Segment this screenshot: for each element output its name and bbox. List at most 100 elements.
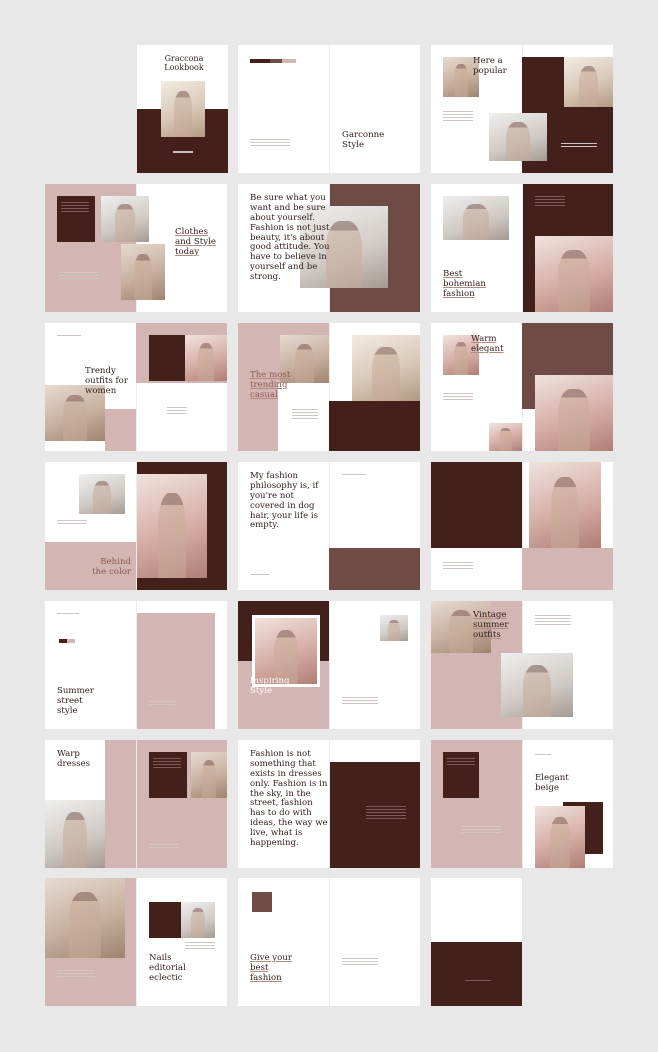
body-text: [57, 613, 79, 616]
body-text: [366, 806, 406, 821]
color-swatch-1: [59, 639, 67, 643]
color-block: [105, 740, 136, 868]
spread-casual: The most trending casual: [238, 323, 420, 451]
body-text: [61, 202, 89, 214]
headline: Clothes and Style today: [175, 227, 216, 257]
spread-elegant-beige: Elegant beige: [431, 740, 613, 868]
cover-title: Graccona Lookbook: [164, 54, 204, 73]
color-block: [252, 892, 272, 912]
spread-behind-color: Behind the color: [45, 462, 227, 590]
color-block: [137, 613, 215, 729]
headline: The most trending casual: [250, 370, 291, 400]
body-text: [535, 196, 565, 208]
spread-quote-2: My fashion philosophy is, if you're not …: [238, 462, 420, 590]
spread-inspiring: Inspiring Style: [238, 601, 420, 729]
color-block: [522, 548, 613, 590]
spread-give-best: Give your best fashion: [238, 878, 420, 1006]
body-text: [342, 958, 378, 967]
color-block: [329, 548, 420, 590]
body-text: [465, 980, 491, 983]
photo: [535, 375, 613, 451]
spread-warm-elegant: Warm elegant: [431, 323, 613, 451]
body-text: [443, 393, 473, 402]
body-text: [149, 701, 175, 707]
photo: [121, 244, 165, 300]
spread-trendy: Trendy outfits for women: [45, 323, 227, 451]
photo: [185, 335, 227, 381]
cover-photo-overlay: [161, 81, 205, 137]
spread-bohemian: Best bohemian fashion: [431, 184, 613, 312]
spread-popular: Here a popular: [431, 45, 613, 173]
body-text: [461, 826, 501, 835]
photo: [564, 57, 613, 107]
headline: Elegant beige: [535, 773, 569, 793]
body-text: [250, 139, 290, 148]
headline: Inspiring Style: [250, 676, 290, 696]
color-swatch-2: [270, 59, 282, 63]
photo: [45, 878, 125, 958]
body-text: [447, 758, 475, 767]
page-cover: Graccona Lookbook: [137, 45, 228, 173]
body-text: [443, 562, 473, 571]
body-text: [59, 272, 99, 281]
color-block: [105, 409, 136, 451]
photo: [489, 113, 547, 161]
quote: Fashion is not something that exists in …: [250, 749, 328, 848]
body-text: [535, 754, 551, 757]
photo: [489, 423, 522, 451]
photo: [181, 902, 215, 938]
body-text: [153, 758, 181, 770]
color-swatch-3: [282, 59, 296, 63]
body-text: [185, 942, 215, 951]
headline: Behind the color: [92, 557, 131, 577]
photo: [443, 196, 509, 240]
photo: [137, 474, 207, 578]
photo: [352, 335, 420, 401]
spread-clothes: Clothes and Style today: [45, 184, 227, 312]
spread-nails: Nails editorial eclectic: [45, 878, 227, 1006]
spread-quote-1: Be sure what you want and be sure about …: [238, 184, 420, 312]
body-text: [292, 409, 318, 421]
body-text: [57, 970, 95, 979]
headline: Vintage summer outfits: [473, 610, 509, 640]
headline: Garconne Style: [342, 130, 385, 150]
photo: [45, 800, 105, 868]
cover-caption: [173, 151, 193, 153]
spread-quote-3: Fashion is not something that exists in …: [238, 740, 420, 868]
spread-vintage: Vintage summer outfits: [431, 601, 613, 729]
body-text: [342, 697, 378, 706]
photo: [191, 752, 227, 798]
page-back-cover: [431, 878, 522, 1006]
headline: Nails editorial eclectic: [149, 953, 186, 983]
color-swatch-1: [250, 59, 270, 63]
body-text: [167, 407, 187, 416]
photo: [501, 653, 573, 717]
body-text: [535, 615, 571, 627]
body-text: [342, 474, 366, 477]
body-text: [57, 520, 87, 526]
spread-garconne: Garconne Style: [238, 45, 420, 173]
spread-pink-dress: [431, 462, 613, 590]
headline: Trendy outfits for women: [85, 366, 128, 396]
headline: Summer street style: [57, 686, 94, 716]
photo: [79, 474, 125, 514]
photo: [535, 236, 613, 312]
body-text: [561, 143, 597, 149]
photo: [529, 462, 601, 548]
spread-warp-dresses: Warp dresses: [45, 740, 227, 868]
color-block: [149, 902, 181, 938]
color-block: [431, 942, 522, 1006]
body-text: [443, 111, 473, 123]
headline: Best bohemian fashion: [443, 269, 486, 299]
quote: My fashion philosophy is, if you're not …: [250, 471, 319, 531]
photo: [380, 615, 408, 641]
color-block: [329, 401, 420, 451]
color-swatch-2: [67, 639, 75, 643]
color-block: [149, 335, 185, 381]
headline: Here a popular: [473, 56, 507, 76]
photo: [535, 806, 585, 868]
body-text: [57, 335, 81, 338]
body-text: [149, 844, 179, 850]
body-text: [250, 574, 270, 577]
headline: Warp dresses: [57, 749, 91, 769]
